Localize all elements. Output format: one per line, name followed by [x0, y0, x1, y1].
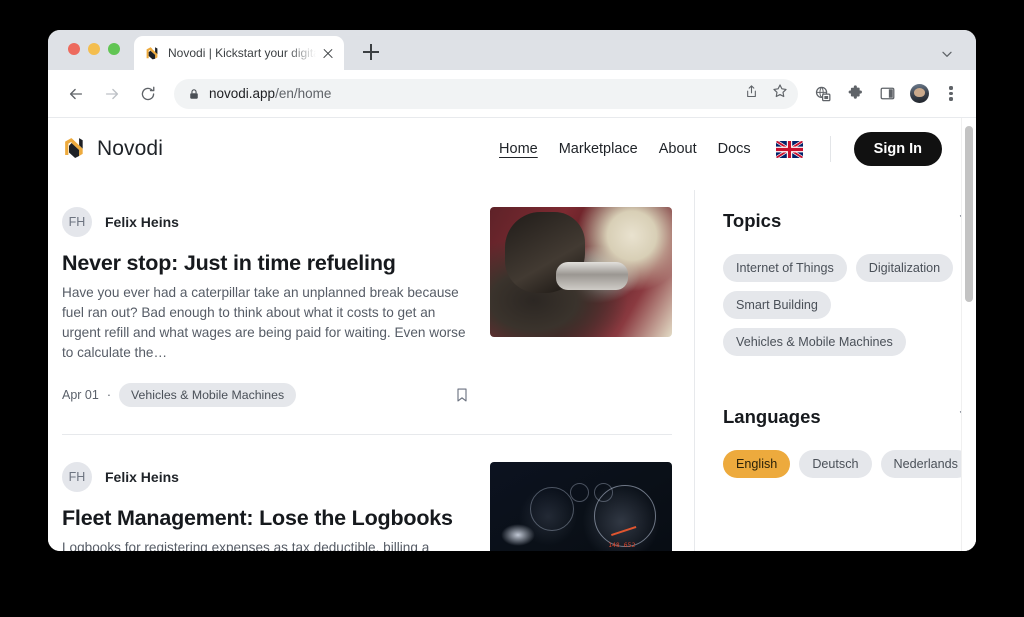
languages-header: Languages [723, 406, 976, 428]
sign-in-button[interactable]: Sign In [854, 132, 942, 166]
extensions-puzzle-icon[interactable] [844, 83, 866, 105]
author-name[interactable]: Felix Heins [105, 469, 179, 485]
article-title[interactable]: Never stop: Just in time refueling [62, 251, 472, 276]
site-navigation: Home Marketplace About Docs Sign In [499, 132, 942, 166]
language-chip[interactable]: English [723, 450, 790, 478]
address-bar[interactable]: novodi.app/en/home [174, 79, 798, 109]
window-traffic-lights [68, 43, 120, 55]
languages-chip-list: English Deutsch Nederlands [723, 450, 976, 478]
maximize-window-button[interactable] [108, 43, 120, 55]
article-title[interactable]: Fleet Management: Lose the Logbooks [62, 506, 472, 531]
topic-chip[interactable]: Digitalization [856, 254, 953, 282]
article-body: FH Felix Heins Never stop: Just in time … [62, 207, 490, 407]
browser-tab[interactable]: Novodi | Kickstart your digital t [134, 36, 344, 70]
article-tag[interactable]: Vehicles & Mobile Machines [119, 383, 296, 407]
author-name[interactable]: Felix Heins [105, 214, 179, 230]
minimize-window-button[interactable] [88, 43, 100, 55]
topics-header: Topics [723, 210, 976, 232]
forward-button[interactable] [98, 80, 126, 108]
new-tab-button[interactable] [360, 41, 382, 63]
sync-icon[interactable] [812, 83, 834, 105]
back-button[interactable] [62, 80, 90, 108]
address-bar-url: novodi.app/en/home [209, 86, 331, 101]
scrollbar-thumb[interactable] [965, 126, 973, 302]
profile-avatar[interactable] [908, 83, 930, 105]
close-tab-button[interactable] [320, 45, 336, 61]
article-author: FH Felix Heins [62, 462, 472, 492]
article-excerpt: Have you ever had a caterpillar take an … [62, 283, 472, 363]
address-bar-actions [734, 83, 788, 104]
browser-tab-title: Novodi | Kickstart your digital t [168, 46, 316, 60]
nav-link-docs[interactable]: Docs [718, 141, 751, 157]
site-header: Novodi Home Marketplace About Docs [48, 118, 976, 180]
language-chip[interactable]: Nederlands [881, 450, 971, 478]
toolbar-icons [812, 83, 962, 105]
close-window-button[interactable] [68, 43, 80, 55]
browser-window: Novodi | Kickstart your digital t [48, 30, 976, 551]
side-panel-icon[interactable] [876, 83, 898, 105]
author-avatar: FH [62, 462, 92, 492]
topic-chip[interactable]: Internet of Things [723, 254, 847, 282]
article-card[interactable]: FH Felix Heins Never stop: Just in time … [62, 180, 672, 407]
uk-flag-icon[interactable] [776, 141, 803, 158]
topic-chip[interactable]: Vehicles & Mobile Machines [723, 328, 906, 356]
url-host: novodi.app [209, 86, 275, 101]
article-date: Apr 01 [62, 388, 99, 402]
browser-menu-icon[interactable] [940, 83, 962, 105]
article-feed: FH Felix Heins Never stop: Just in time … [62, 180, 694, 551]
topics-title: Topics [723, 210, 781, 232]
share-icon[interactable] [744, 84, 759, 104]
lock-icon [188, 88, 200, 100]
topics-filter-block: Topics Internet of Things Digitalization… [723, 210, 976, 356]
article-thumbnail[interactable]: 148 652 [490, 462, 672, 551]
language-chip[interactable]: Deutsch [799, 450, 871, 478]
article-meta: Apr 01 · Vehicles & Mobile Machines [62, 383, 472, 407]
star-bookmark-icon[interactable] [772, 83, 788, 104]
article-card[interactable]: FH Felix Heins Fleet Management: Lose th… [62, 435, 672, 551]
languages-title: Languages [723, 406, 821, 428]
topics-chip-list: Internet of Things Digitalization Smart … [723, 254, 976, 356]
bookmark-icon[interactable] [452, 385, 472, 405]
reload-button[interactable] [134, 80, 162, 108]
article-thumbnail[interactable] [490, 207, 672, 337]
browser-toolbar: novodi.app/en/home [48, 70, 976, 118]
nav-link-home[interactable]: Home [499, 141, 538, 157]
page-content: FH Felix Heins Never stop: Just in time … [48, 180, 976, 551]
nav-divider [830, 136, 831, 162]
article-author: FH Felix Heins [62, 207, 472, 237]
nav-link-about[interactable]: About [659, 141, 697, 157]
brand[interactable]: Novodi [62, 135, 163, 164]
article-body: FH Felix Heins Fleet Management: Lose th… [62, 462, 490, 551]
author-avatar: FH [62, 207, 92, 237]
languages-filter-block: Languages English Deutsch Nederlands [723, 406, 976, 478]
filters-sidebar: Topics Internet of Things Digitalization… [695, 180, 976, 551]
novodi-logo-icon [62, 135, 86, 164]
novodi-logo-favicon-icon [144, 45, 160, 61]
brand-name: Novodi [97, 137, 163, 161]
browser-tabstrip: Novodi | Kickstart your digital t [48, 30, 976, 70]
article-excerpt: Logbooks for registering expenses as tax… [62, 538, 472, 551]
chevron-down-icon[interactable] [940, 47, 954, 61]
meta-separator: · [107, 388, 111, 402]
url-path: /en/home [275, 86, 331, 101]
page-scrollbar[interactable] [961, 118, 976, 551]
nav-link-marketplace[interactable]: Marketplace [559, 141, 638, 157]
page-viewport: Novodi Home Marketplace About Docs [48, 118, 976, 551]
topic-chip[interactable]: Smart Building [723, 291, 831, 319]
